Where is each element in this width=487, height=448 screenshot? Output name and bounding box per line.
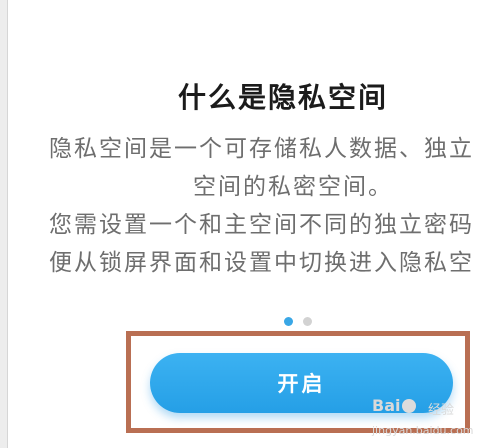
baidu-paw-icon [402, 399, 417, 413]
watermark-url: jingyan.baidu.com [372, 424, 474, 437]
page-dot-inactive[interactable] [303, 317, 312, 326]
screen-left-edge [0, 0, 8, 448]
baidu-jingyan-watermark: Bai 经验 jingyan.baidu.com [372, 396, 484, 444]
page-dot-active[interactable] [284, 317, 293, 326]
watermark-label: 经验 [428, 403, 455, 418]
page-indicator [284, 317, 312, 326]
description-line-3: 您需设置一个和主空间不同的独立密码 [49, 212, 474, 238]
page-title: 什么是隐私空间 [178, 81, 389, 114]
description-line-2: 空间的私密空间。 [193, 174, 393, 200]
description-line-4: 便从锁屏界面和设置中切换进入隐私空 [49, 250, 474, 276]
description-line-1: 隐私空间是一个可存储私人数据、独立 [49, 136, 474, 162]
baidu-logo: Bai [372, 396, 418, 415]
